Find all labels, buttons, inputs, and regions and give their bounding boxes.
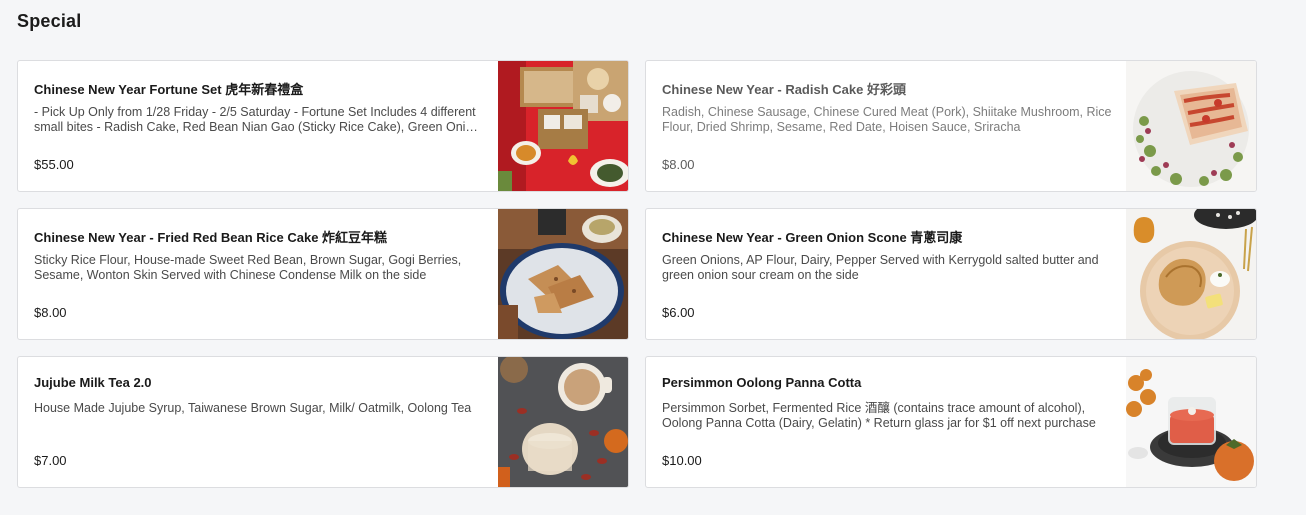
menu-item-description: Radish, Chinese Sausage, Chinese Cured M… xyxy=(662,105,1112,134)
section-title: Special xyxy=(17,11,82,31)
menu-item-description: House Made Jujube Syrup, Taiwanese Brown… xyxy=(34,401,472,415)
menu-item-description: - Pick Up Only from 1/28 Friday - 2/5 Sa… xyxy=(34,105,480,134)
menu-item-card[interactable]: Chinese New Year - Green Onion Scone 青蔥司… xyxy=(645,208,1257,340)
radish-cake-photo xyxy=(1126,61,1256,191)
menu-item-price: $55.00 xyxy=(34,157,74,172)
scone-photo xyxy=(1126,209,1256,339)
menu-item-card[interactable]: Jujube Milk Tea 2.0 House Made Jujube Sy… xyxy=(17,356,629,488)
radish-cake-image xyxy=(1126,61,1256,191)
panna-cotta-image xyxy=(1126,357,1256,487)
rice-cake-image xyxy=(498,209,628,339)
menu-item-card[interactable]: Persimmon Oolong Panna Cotta Persimmon S… xyxy=(645,356,1257,488)
menu-item-card[interactable]: Chinese New Year - Radish Cake 好彩頭 Radis… xyxy=(645,60,1257,192)
milk-tea-image xyxy=(498,357,628,487)
menu-item-card[interactable]: Chinese New Year Fortune Set 虎年新春禮盒 - Pi… xyxy=(17,60,629,192)
menu-item-price: $10.00 xyxy=(662,453,702,468)
menu-item-name: Chinese New Year - Fried Red Bean Rice C… xyxy=(34,230,388,245)
menu-item-card[interactable]: Chinese New Year - Fried Red Bean Rice C… xyxy=(17,208,629,340)
panna-cotta-photo xyxy=(1126,357,1256,487)
menu-item-body: Chinese New Year - Radish Cake 好彩頭 Radis… xyxy=(662,61,1112,191)
menu-item-price: $8.00 xyxy=(662,157,695,172)
menu-item-name: Persimmon Oolong Panna Cotta xyxy=(662,375,862,390)
fortune-set-image xyxy=(498,61,628,191)
milk-tea-photo xyxy=(498,357,628,487)
menu-item-name: Chinese New Year - Radish Cake 好彩頭 xyxy=(662,82,906,97)
menu-item-price: $7.00 xyxy=(34,453,67,468)
menu-item-body: Persimmon Oolong Panna Cotta Persimmon S… xyxy=(662,357,1112,487)
menu-item-body: Chinese New Year Fortune Set 虎年新春禮盒 - Pi… xyxy=(34,61,484,191)
menu-item-body: Chinese New Year - Fried Red Bean Rice C… xyxy=(34,209,484,339)
menu-item-description: Sticky Rice Flour, House-made Sweet Red … xyxy=(34,253,462,282)
menu-item-price: $8.00 xyxy=(34,305,67,320)
menu-item-description: Green Onions, AP Flour, Dairy, Pepper Se… xyxy=(662,253,1099,282)
menu-item-body: Jujube Milk Tea 2.0 House Made Jujube Sy… xyxy=(34,357,484,487)
rice-cake-photo xyxy=(498,209,628,339)
menu-item-name: Jujube Milk Tea 2.0 xyxy=(34,375,152,390)
menu-item-body: Chinese New Year - Green Onion Scone 青蔥司… xyxy=(662,209,1112,339)
menu-item-name: Chinese New Year - Green Onion Scone 青蔥司… xyxy=(662,230,963,245)
menu-item-description: Persimmon Sorbet, Fermented Rice 酒釀 (con… xyxy=(662,401,1096,430)
menu-item-name: Chinese New Year Fortune Set 虎年新春禮盒 xyxy=(34,82,304,97)
fortune-set-photo xyxy=(498,61,628,191)
scone-image xyxy=(1126,209,1256,339)
menu-item-price: $6.00 xyxy=(662,305,695,320)
